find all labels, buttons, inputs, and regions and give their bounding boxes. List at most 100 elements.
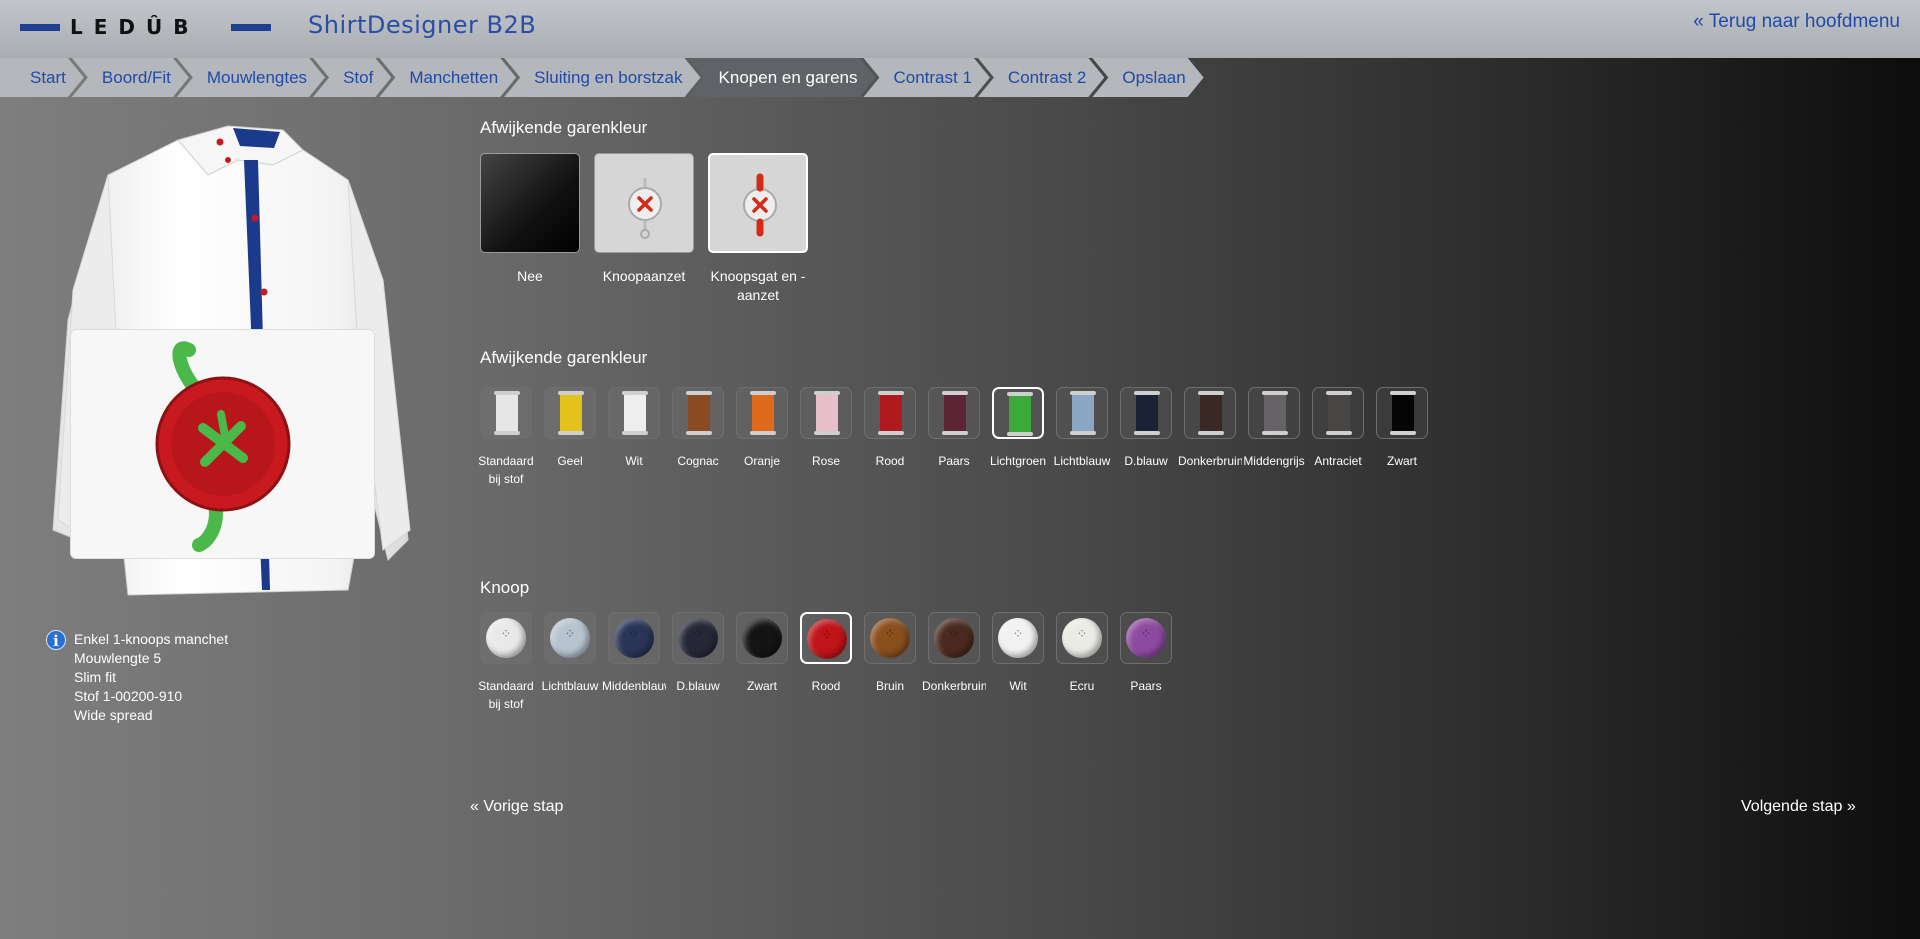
step-manchetten[interactable]: Manchetten [379,58,516,97]
button-color-label: Lichtblauw [541,679,599,693]
thread-color-swatch[interactable]: Donkerbruin [1178,387,1242,470]
thread-spool-icon[interactable] [1248,387,1300,439]
button-thread-preview-icon[interactable] [708,153,808,253]
thread-spool-icon[interactable] [1120,387,1172,439]
step-mouwlengtes[interactable]: Mouwlengtes [177,58,325,97]
thread-spool-icon[interactable] [1312,387,1364,439]
thread-spool-icon[interactable] [1184,387,1236,439]
step-knopen-en-garens[interactable]: Knopen en garens [689,58,876,97]
button-thread-preview-icon[interactable] [594,153,694,253]
thread-color-label: Cognac [677,454,719,468]
back-to-main-menu-link[interactable]: « Terug naar hoofdmenu [1693,11,1900,33]
button-color-swatch[interactable]: Zwart [733,612,791,695]
button-color-label: Standaard bij stof [478,679,534,711]
thread-spool-icon[interactable] [608,387,660,439]
step-opslaan[interactable]: Opslaan [1092,58,1203,97]
button-color-swatch[interactable]: Bruin [861,612,919,695]
button-color-swatch[interactable]: Lichtblauw [541,612,599,695]
step-start[interactable]: Start [0,58,84,97]
shirt-button-icon[interactable] [992,612,1044,664]
summary-line: Enkel 1-knoops manchet [74,631,229,647]
button-color-swatch[interactable]: Wit [989,612,1047,695]
previous-step-link[interactable]: « Vorige stap [470,798,563,816]
step-breadcrumb: Start Boord/Fit Mouwlengtes Stof Manchetten S… [0,58,1192,97]
button-color-swatch[interactable]: Middenblauw [602,612,666,695]
no-option-tile[interactable] [480,153,580,253]
button-color-label: Donkerbruin [922,679,986,693]
thread-spool-icon[interactable] [864,387,916,439]
button-color-swatch[interactable]: Donkerbruin [922,612,986,695]
shirt-button-icon[interactable] [608,612,660,664]
button-color-label: Middenblauw [602,679,666,693]
shirt-button-icon[interactable] [800,612,852,664]
thread-color-label: Geel [557,454,583,468]
shirt-button-icon[interactable] [1056,612,1108,664]
button-detail-zoom [70,329,375,559]
thread-color-label: Lichtgroen [989,454,1047,468]
step-boord-fit[interactable]: Boord/Fit [72,58,189,97]
step-label: Start [30,67,66,87]
thread-spool-icon[interactable] [736,387,788,439]
step-sluiting-en-borstzak[interactable]: Sluiting en borstzak [504,58,700,97]
app-title: ShirtDesigner B2B [308,11,537,39]
thread-spool-icon[interactable] [480,387,532,439]
thread-color-swatch[interactable]: Antraciet [1309,387,1367,470]
summary-line: Mouwlengte 5 [74,650,162,666]
shirt-button-icon[interactable] [480,612,532,664]
button-color-swatch[interactable]: Paars [1117,612,1175,695]
thread-color-swatch[interactable]: Zwart [1373,387,1431,470]
shirt-button-icon[interactable] [864,612,916,664]
thread-spool-icon[interactable] [1056,387,1108,439]
thread-option-knoopsgat-en-aanzet[interactable]: Knoopsgat en -aanzet [706,153,810,305]
step-contrast-1[interactable]: Contrast 1 [863,58,989,97]
shirt-button-icon[interactable] [1120,612,1172,664]
summary-line: Stof 1-00200-910 [74,688,183,704]
info-icon: i [46,630,66,650]
thread-spool-icon[interactable] [928,387,980,439]
step-label: Stof [343,67,374,87]
thread-spool-icon[interactable] [992,387,1044,439]
step-label: Mouwlengtes [206,67,308,87]
step-label: Sluiting en borstzak [534,67,683,87]
thread-color-swatch[interactable]: Wit [605,387,663,470]
shirt-button-icon[interactable] [928,612,980,664]
thread-color-swatch[interactable]: Middengrijs [1243,387,1305,470]
button-color-label: Bruin [875,679,904,693]
button-color-label: Wit [1009,679,1027,693]
thread-color-swatch[interactable]: Lichtblauw [1053,387,1111,470]
step-contrast-2[interactable]: Contrast 2 [978,58,1104,97]
thread-color-label: Wit [625,454,643,468]
thread-color-swatch[interactable]: Rood [861,387,919,470]
thread-color-label: Donkerbruin [1178,454,1242,468]
thread-color-swatch[interactable]: Standaard bij stof [477,387,535,488]
thread-color-swatch[interactable]: Paars [925,387,983,470]
thread-spool-icon[interactable] [1376,387,1428,439]
thread-option-knoopaanzet[interactable]: Knoopaanzet [592,153,696,286]
summary-line: Slim fit [74,669,116,685]
thread-color-label: Antraciet [1314,454,1362,468]
shirt-button-icon[interactable] [544,612,596,664]
thread-color-swatch[interactable]: Geel [541,387,599,470]
button-color-label: Ecru [1069,679,1095,693]
step-label: Contrast 2 [1007,67,1087,87]
thread-color-swatch[interactable]: Lichtgroen [989,387,1047,470]
thread-option-label: Knoopaanzet [602,268,686,284]
next-step-link[interactable]: Volgende stap » [1741,798,1856,816]
button-color-swatch[interactable]: Standaard bij stof [477,612,535,713]
thread-color-label: Middengrijs [1243,454,1305,468]
shirt-button-icon[interactable] [672,612,724,664]
thread-color-swatch[interactable]: Oranje [733,387,791,470]
thread-spool-icon[interactable] [672,387,724,439]
button-color-swatch[interactable]: Ecru [1053,612,1111,695]
thread-color-swatch[interactable]: Cognac [669,387,727,470]
thread-color-swatch[interactable]: D.blauw [1117,387,1175,470]
thread-option-nee[interactable]: Nee [478,153,582,286]
shirt-button-icon[interactable] [736,612,788,664]
thread-color-label: Lichtblauw [1053,454,1111,468]
thread-spool-icon[interactable] [544,387,596,439]
button-color-swatch[interactable]: D.blauw [669,612,727,695]
thread-spool-icon[interactable] [800,387,852,439]
ledub-logo: LEDÛB [18,16,273,38]
thread-color-swatch[interactable]: Rose [797,387,855,470]
button-color-swatch[interactable]: Rood [797,612,855,695]
